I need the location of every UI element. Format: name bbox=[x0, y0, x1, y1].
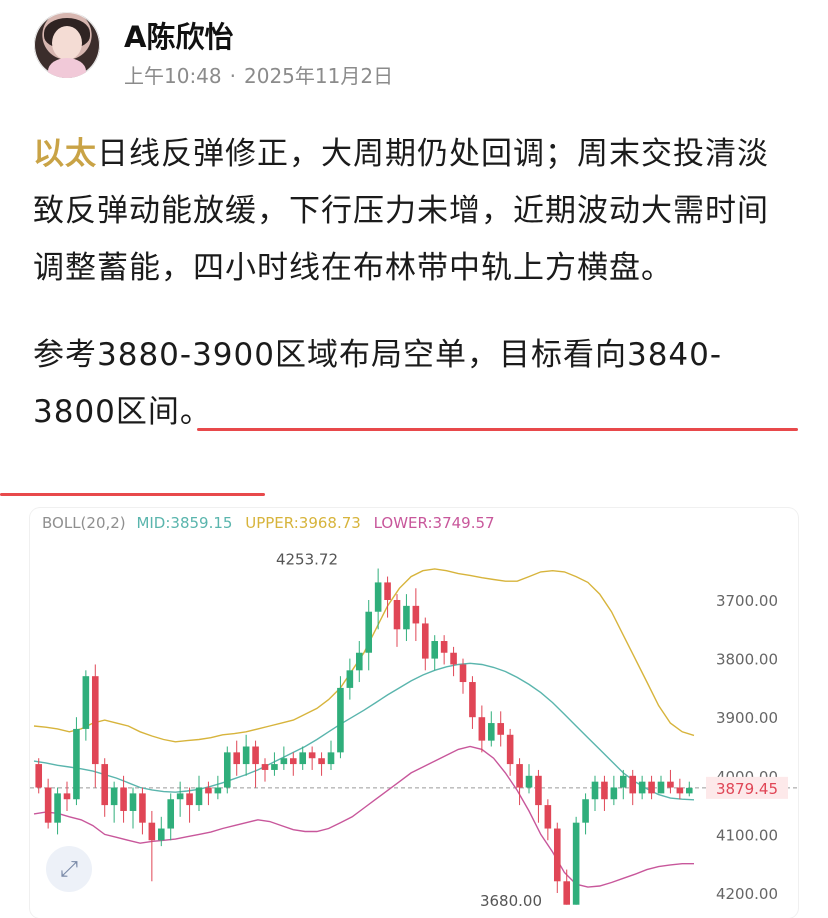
candle-body bbox=[572, 822, 580, 905]
candle-body bbox=[619, 775, 627, 788]
y-tick-label: 4100.00 bbox=[716, 826, 778, 844]
candle-body bbox=[412, 605, 420, 624]
candle-body bbox=[497, 723, 505, 735]
candle-body bbox=[261, 764, 269, 770]
candle-body bbox=[582, 799, 589, 823]
candle-body bbox=[233, 752, 241, 765]
candle-body bbox=[355, 652, 363, 671]
candle-body bbox=[563, 881, 571, 905]
candle-body bbox=[54, 793, 61, 823]
y-tick-label: 3800.00 bbox=[716, 651, 778, 669]
author-name[interactable]: A陈欣怡 bbox=[124, 14, 233, 56]
candle-body bbox=[318, 758, 325, 765]
candle-body bbox=[535, 775, 542, 806]
post-meta: 上午10:48 · 2025年11月2日 bbox=[124, 60, 393, 89]
post-paragraph-2: 参考3880-3900区域布局空单，目标看向3840-3800区间。 bbox=[33, 337, 723, 430]
candle-body bbox=[346, 670, 354, 688]
candle-body bbox=[44, 787, 52, 823]
candle-body bbox=[553, 828, 561, 882]
candle-body bbox=[242, 746, 250, 765]
candle-body bbox=[365, 611, 373, 653]
candle-body bbox=[129, 793, 137, 811]
candle-body bbox=[110, 787, 118, 806]
candle-body bbox=[327, 752, 335, 765]
candle-body bbox=[374, 582, 382, 612]
candle-body bbox=[525, 775, 533, 788]
candle-body bbox=[271, 764, 278, 770]
candle-body bbox=[478, 717, 486, 741]
expand-icon[interactable]: ⤢ bbox=[46, 846, 92, 892]
underline-annotation-2 bbox=[0, 493, 265, 496]
avatar-body bbox=[48, 58, 86, 78]
candle-body bbox=[450, 652, 457, 665]
candle-body bbox=[516, 764, 523, 788]
candle-body bbox=[667, 781, 674, 788]
candle-body bbox=[308, 752, 316, 759]
high-marker-label: 4253.72 bbox=[276, 551, 338, 569]
candle-body bbox=[280, 758, 288, 765]
candle-body bbox=[610, 787, 618, 800]
avatar[interactable] bbox=[34, 12, 100, 78]
candle-body bbox=[591, 781, 599, 800]
post-time: 上午10:48 bbox=[124, 64, 222, 88]
candle-body bbox=[195, 787, 203, 806]
candle-body bbox=[205, 787, 212, 794]
candle-body bbox=[139, 793, 146, 823]
candle-body bbox=[101, 764, 109, 806]
candle-body bbox=[601, 781, 608, 800]
candle-body bbox=[403, 605, 410, 630]
candle-body bbox=[657, 781, 665, 794]
candle-body bbox=[299, 752, 307, 765]
candle-body bbox=[35, 764, 43, 788]
candle-body bbox=[506, 734, 514, 765]
candle-body bbox=[421, 623, 429, 659]
candle-body bbox=[544, 805, 552, 829]
candle-body bbox=[176, 793, 184, 800]
candle-body bbox=[440, 641, 448, 653]
candle-body bbox=[223, 752, 231, 788]
post-body: 以太日线反弹修正，大周期仍处回调；周末交投清淡致反弹动能放缓，下行压力未增，近期… bbox=[33, 126, 793, 441]
candle-body bbox=[431, 641, 439, 659]
chart-card[interactable]: BOLL(20,2) MID:3859.15 UPPER:3968.73 LOW… bbox=[30, 508, 798, 918]
y-tick-label: 3700.00 bbox=[716, 592, 778, 610]
candle-body bbox=[148, 822, 156, 841]
candle-body bbox=[393, 600, 401, 630]
current-price-label: 3879.45 bbox=[716, 780, 778, 798]
candle-body bbox=[676, 787, 684, 794]
y-tick-label: 4200.00 bbox=[716, 885, 778, 903]
low-marker-label: 3680.00 bbox=[480, 892, 542, 910]
boll-upper-line bbox=[33, 568, 695, 743]
candle-body bbox=[63, 793, 71, 800]
candle-body bbox=[487, 723, 495, 741]
underline-annotation-1 bbox=[197, 428, 798, 431]
candle-body bbox=[459, 664, 467, 683]
candle-body bbox=[73, 728, 80, 800]
candle-body bbox=[120, 787, 127, 811]
candle-body bbox=[82, 676, 90, 729]
post-paragraph-1-text: 日线反弹修正，大周期仍处回调；周末交投清淡致反弹动能放缓，下行压力未增，近期波动… bbox=[33, 136, 769, 286]
candle-body bbox=[91, 676, 99, 765]
candle-body bbox=[186, 793, 193, 806]
y-tick-label: 3900.00 bbox=[716, 709, 778, 727]
candle-body bbox=[469, 682, 476, 718]
meta-separator: · bbox=[229, 64, 236, 88]
candle-body bbox=[167, 799, 175, 829]
candlestick-chart[interactable]: 4200.004100.004000.003900.003800.003700.… bbox=[30, 508, 798, 918]
candle-body bbox=[685, 787, 693, 794]
candle-body bbox=[384, 582, 391, 600]
candle-body bbox=[252, 746, 259, 765]
candle-body bbox=[337, 687, 344, 753]
avatar-face bbox=[52, 26, 82, 60]
post-paragraph-1: 以太日线反弹修正，大周期仍处回调；周末交投清淡致反弹动能放缓，下行压力未增，近期… bbox=[33, 126, 793, 297]
post-date: 2025年11月2日 bbox=[244, 64, 394, 88]
candle-body bbox=[289, 758, 297, 765]
candle-body bbox=[638, 781, 646, 794]
candle-body bbox=[629, 775, 637, 794]
coin-tag[interactable]: 以太 bbox=[33, 136, 97, 172]
candle-body bbox=[157, 828, 165, 841]
candle-body bbox=[214, 787, 222, 794]
candle-body bbox=[648, 781, 655, 794]
